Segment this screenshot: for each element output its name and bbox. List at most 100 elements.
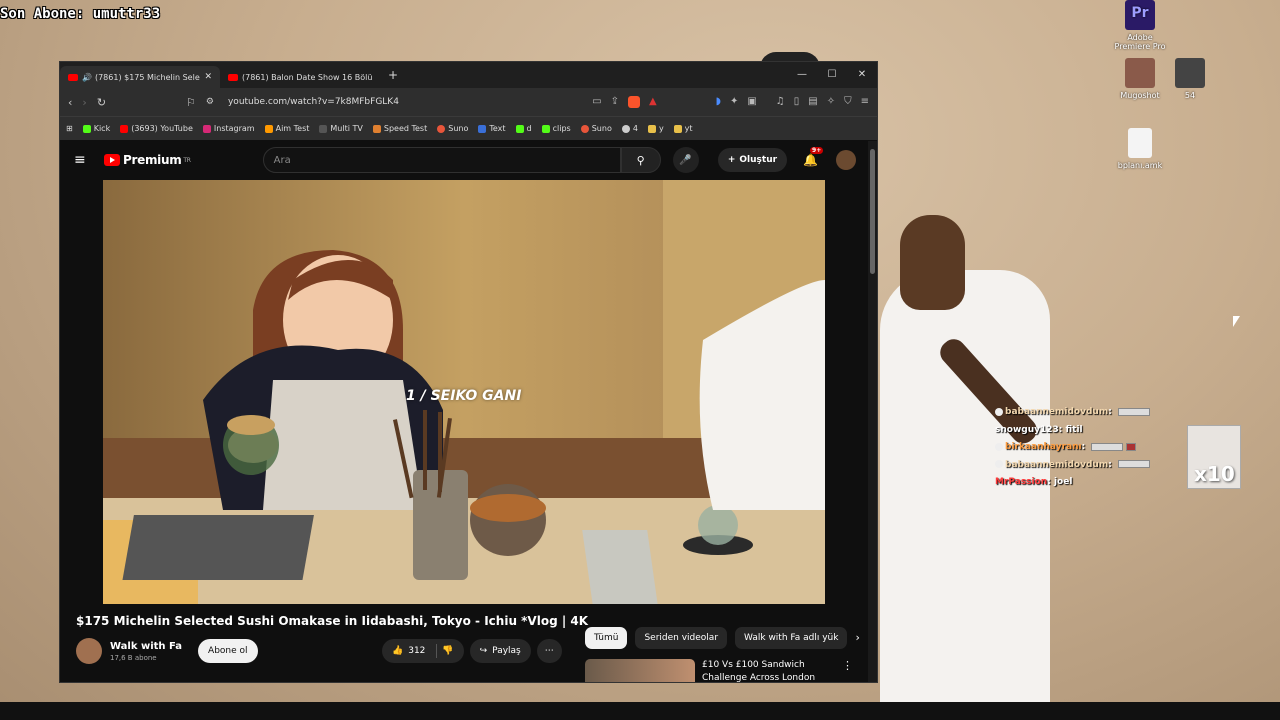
chat-user: birkaanhayranı: [1005, 442, 1082, 452]
bookmark-suno[interactable]: Suno: [437, 124, 468, 133]
youtube-premium-logo[interactable]: Premium TR: [104, 153, 191, 167]
chat-message: MrPassion: joel: [995, 477, 1073, 487]
bookmark-clips[interactable]: clips: [541, 124, 571, 133]
create-button[interactable]: + Oluştur: [717, 148, 788, 172]
suno-icon: [580, 124, 589, 133]
channel-name[interactable]: Walk with Fa: [110, 641, 182, 652]
vpn-icon[interactable]: ⛉: [844, 96, 852, 108]
avatar[interactable]: [836, 150, 856, 170]
bookmark-icon[interactable]: ⚐: [186, 96, 196, 109]
region-code: TR: [183, 156, 191, 164]
reload-icon[interactable]: ↻: [97, 96, 106, 109]
bookmark-folder-y[interactable]: y: [647, 124, 664, 133]
recommended-video[interactable]: £10 Vs £100 Sandwich Challenge Across Lo…: [585, 659, 853, 682]
more-icon: ⋯: [544, 646, 554, 656]
video-player[interactable]: 1 / SEIKO GANI: [103, 180, 825, 604]
cast-icon[interactable]: ▭: [592, 96, 601, 108]
leo-icon[interactable]: ✧: [827, 96, 835, 108]
share-arrow-icon: ↪: [479, 646, 488, 656]
watch-desktop-icon[interactable]: 54: [1160, 58, 1220, 100]
audio-icon[interactable]: ◗: [716, 96, 721, 108]
suno-icon: [437, 124, 446, 133]
close-tab-icon[interactable]: ✕: [204, 72, 212, 82]
bookmark-kick[interactable]: Kick: [82, 124, 110, 133]
instagram-icon: [202, 124, 211, 133]
thumbs-down-icon[interactable]: 👎: [442, 646, 453, 656]
site-info-icon[interactable]: ⚙: [206, 97, 214, 107]
menu-icon[interactable]: ≡: [861, 96, 869, 108]
browser-window: 🔊 (7861) $175 Michelin Selected Sushi Om…: [59, 61, 878, 683]
emote-icon: [1091, 442, 1124, 451]
recommendation-chips: Tümü Seriden videolar Walk with Fa adlı …: [585, 627, 860, 649]
notifications-button[interactable]: 🔔 9+: [803, 147, 824, 167]
share-icon[interactable]: ⇪: [611, 96, 619, 108]
channel-info: Walk with Fa 17,6 B abone Abone ol: [76, 638, 258, 664]
subscribe-button[interactable]: Abone ol: [198, 639, 258, 663]
chevron-right-icon[interactable]: ›: [855, 627, 859, 649]
bookmark-aim-test[interactable]: Aim Test: [264, 124, 309, 133]
last-subscriber-overlay: Son Abone: umuttr33: [0, 6, 161, 22]
sidebar-icon[interactable]: ▯: [794, 96, 800, 108]
file-icon: [1128, 128, 1152, 158]
more-actions-button[interactable]: ⋯: [536, 639, 562, 663]
speed-icon: [372, 124, 381, 133]
video-thumbnail[interactable]: [585, 659, 695, 682]
folder-icon: [647, 124, 656, 133]
tab-title: (7861) $175 Michelin Selected Sushi Omak…: [94, 72, 200, 82]
screenshot-icon[interactable]: ▣: [747, 96, 756, 108]
hamburger-menu-icon[interactable]: ≡: [74, 152, 94, 168]
maximize-icon[interactable]: ☐: [817, 62, 847, 88]
photo-icon: [1125, 58, 1155, 88]
premiere-pro-desktop-icon[interactable]: Pr Adobe Premiere Pro: [1110, 0, 1170, 51]
bookmark-speed-test[interactable]: Speed Test: [372, 124, 427, 133]
youtube-favicon: [68, 73, 78, 81]
bookmark-suno-2[interactable]: Suno: [580, 124, 612, 133]
chip-channel[interactable]: Walk with Fa adlı yük: [735, 627, 848, 649]
bookmark-4[interactable]: 4: [621, 124, 638, 133]
search-button[interactable]: ⚲: [620, 147, 661, 173]
address-bar[interactable]: youtube.com/watch?v=7k8MFbFGLK4: [228, 97, 399, 107]
brave-rewards-icon[interactable]: ▲: [649, 96, 657, 108]
chip-all[interactable]: Tümü: [585, 627, 628, 649]
tab-title: (7861) Balon Date Show 16 Bölüm - Y: [242, 72, 372, 82]
back-icon[interactable]: ‹: [68, 96, 72, 109]
voice-search-button[interactable]: 🎤: [672, 147, 699, 173]
close-window-icon[interactable]: ✕: [847, 62, 877, 88]
more-options-icon[interactable]: ⋮: [842, 659, 853, 682]
bookmark-multi-tv[interactable]: Multi TV: [319, 124, 363, 133]
youtube-page: ≡ Premium TR Ara ⚲ 🎤 + Oluştur 🔔 9+ 1 / …: [60, 141, 870, 682]
bell-icon: 🔔: [803, 153, 818, 167]
tab-strip: 🔊 (7861) $175 Michelin Selected Sushi Om…: [60, 62, 877, 88]
bookmarks-bar: ⊞ Kick (3693) YouTube Instagram Aim Test…: [60, 116, 877, 140]
bookmark-instagram[interactable]: Instagram: [202, 124, 255, 133]
page-scrollbar[interactable]: [868, 141, 877, 682]
brave-shields-icon[interactable]: [627, 96, 640, 108]
like-button[interactable]: 👍 312 👎: [382, 639, 464, 663]
share-button[interactable]: ↪ Paylaş: [469, 639, 531, 663]
extensions-icon[interactable]: ✦: [730, 96, 738, 108]
kick-icon: [82, 124, 91, 133]
chip-series[interactable]: Seriden videolar: [635, 627, 728, 649]
new-tab-button[interactable]: +: [388, 68, 398, 82]
folder-icon: [673, 124, 682, 133]
forward-icon[interactable]: ›: [82, 96, 86, 109]
media-icon[interactable]: ♫: [776, 96, 785, 108]
bookmark-folder-yt[interactable]: yt: [673, 124, 693, 133]
file-desktop-icon[interactable]: bplanı.amk: [1110, 128, 1170, 170]
scrollbar-thumb[interactable]: [870, 149, 875, 274]
search-input[interactable]: Ara: [262, 147, 621, 173]
apps-icon[interactable]: ⊞: [66, 124, 73, 133]
kick-icon: [515, 124, 524, 133]
channel-meta: Walk with Fa 17,6 B abone: [110, 641, 182, 662]
bookmark-text[interactable]: Text: [478, 124, 506, 133]
tab-youtube-balon[interactable]: (7861) Balon Date Show 16 Bölüm - Y: [220, 66, 380, 88]
bookmark-youtube[interactable]: (3693) YouTube: [120, 124, 193, 133]
chat-user: babaannemidovdum: [1005, 459, 1109, 470]
minimize-icon[interactable]: —: [787, 62, 817, 88]
wallet-icon[interactable]: ▤: [808, 96, 817, 108]
stream-chat: babaannemidovdum: snowguy123: fitil birk…: [995, 404, 1150, 492]
chat-message: snowguy123: fitil: [995, 424, 1083, 435]
bookmark-d[interactable]: d: [515, 124, 532, 133]
channel-avatar[interactable]: [76, 638, 102, 664]
tab-youtube-sushi[interactable]: 🔊 (7861) $175 Michelin Selected Sushi Om…: [60, 66, 220, 88]
